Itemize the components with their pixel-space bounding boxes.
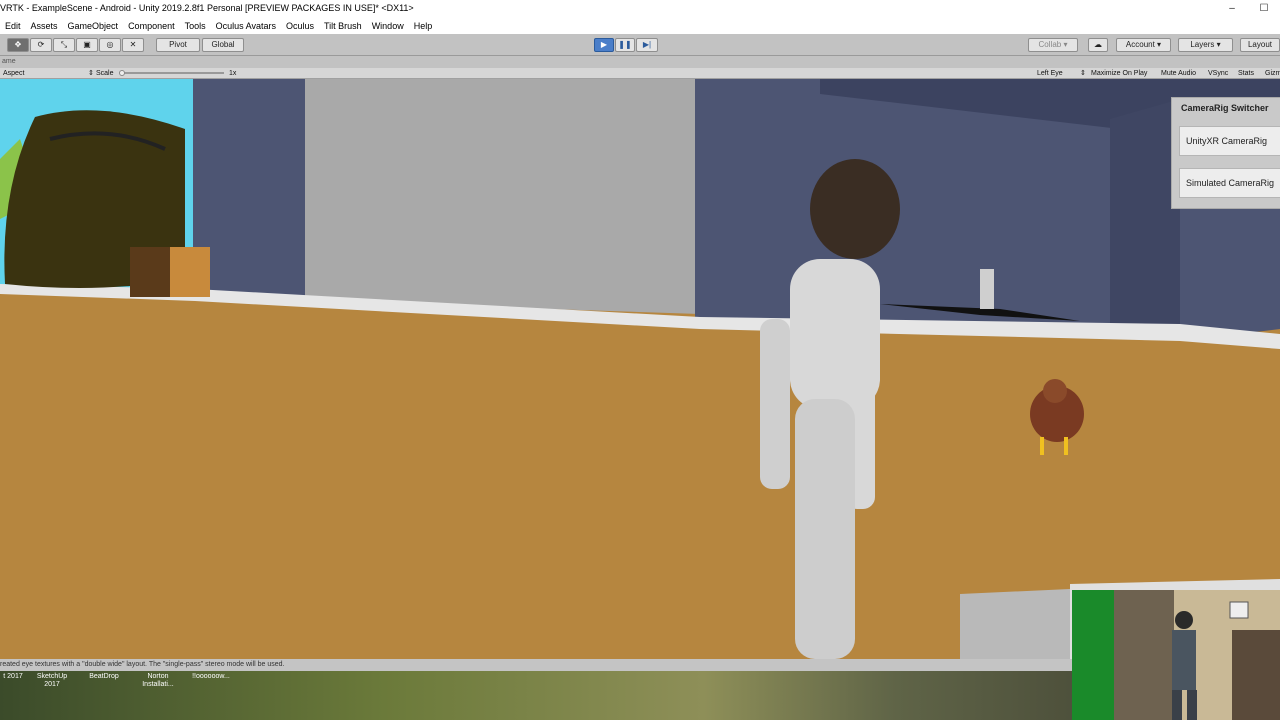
menu-help[interactable]: Help — [409, 21, 438, 31]
window-titlebar: VRTK - ExampleScene - Android - Unity 20… — [0, 0, 1280, 17]
camerarig-switcher-panel: CameraRig Switcher UnityXR CameraRig Sim… — [1171, 97, 1280, 209]
menu-tilt-brush[interactable]: Tilt Brush — [319, 21, 367, 31]
menu-bar: Edit Assets GameObject Component Tools O… — [0, 17, 1280, 34]
minimize-button[interactable]: – — [1216, 0, 1248, 17]
step-button[interactable]: ▶| — [636, 38, 658, 52]
account-dropdown[interactable]: Account ▾ — [1116, 38, 1171, 52]
unityxr-camerarig-button[interactable]: UnityXR CameraRig — [1179, 126, 1280, 156]
layers-dropdown[interactable]: Layers ▾ — [1178, 38, 1233, 52]
desktop-icon-sketchup[interactable]: SketchUp 2017 — [34, 673, 70, 689]
game-view-toolbar: Aspect ⇕ Scale 1x Left Eye ⇕ Maximize On… — [0, 68, 1280, 79]
pivot-label: Pivot — [169, 40, 187, 49]
account-label: Account — [1125, 40, 1155, 49]
pause-button[interactable]: ❚❚ — [615, 38, 635, 52]
scale-tool-icon[interactable]: ⤡ — [53, 38, 75, 52]
webcam-overlay — [1072, 590, 1280, 720]
character-legs — [795, 399, 855, 659]
desktop-icon-folder[interactable]: !!oooooow... — [186, 673, 236, 681]
rotate-tool-icon[interactable]: ⟳ — [30, 38, 52, 52]
pause-icon: ❚❚ — [618, 40, 632, 49]
aspect-chevron-icon: ⇕ — [88, 70, 94, 77]
game-tab-strip: ame — [0, 56, 1280, 68]
eye-dropdown[interactable]: Left Eye — [1037, 68, 1063, 79]
window-controls: – ☐ — [1216, 0, 1280, 17]
wall-left — [193, 79, 310, 304]
maximize-button[interactable]: ☐ — [1248, 0, 1280, 17]
collab-label: Collab — [1038, 40, 1062, 49]
pivot-toggle[interactable]: Pivot — [156, 38, 200, 52]
menu-window[interactable]: Window — [367, 21, 409, 31]
simulated-camerarig-button[interactable]: Simulated CameraRig — [1179, 168, 1280, 198]
global-label: Global — [211, 40, 235, 49]
cloud-icon[interactable]: ☁ — [1088, 38, 1108, 52]
play-icon: ▶ — [600, 40, 608, 49]
step-icon: ▶| — [642, 40, 652, 49]
desktop-icon-beatdrop[interactable]: BeatDrop — [84, 673, 124, 681]
scale-label: Scale — [96, 70, 114, 77]
scale-slider[interactable] — [120, 72, 224, 74]
status-message: reated eye textures with a "double wide"… — [0, 661, 285, 668]
scene-render — [0, 79, 1280, 659]
scale-value: 1x — [229, 70, 237, 77]
play-button[interactable]: ▶ — [594, 38, 614, 52]
menu-component[interactable]: Component — [123, 21, 180, 31]
gizmos-dropdown[interactable]: Gizm — [1265, 68, 1280, 79]
rect-tool-icon[interactable]: ▣ — [76, 38, 98, 52]
stats-toggle[interactable]: Stats — [1238, 68, 1254, 79]
menu-gameobject[interactable]: GameObject — [63, 21, 124, 31]
desktop-icon-norton[interactable]: Norton Installati... — [136, 673, 180, 689]
layout-dropdown[interactable]: Layout — [1240, 38, 1280, 52]
global-toggle[interactable]: Global — [202, 38, 244, 52]
move-tool-icon[interactable]: ✥ — [7, 38, 29, 52]
menu-oculus[interactable]: Oculus — [281, 21, 319, 31]
vsync-toggle[interactable]: VSync — [1208, 68, 1228, 79]
custom-tool-icon[interactable]: ✕ — [122, 38, 144, 52]
webcam-feed — [1072, 590, 1280, 720]
mute-audio-toggle[interactable]: Mute Audio — [1161, 68, 1196, 79]
camerarig-switcher-title: CameraRig Switcher — [1181, 103, 1269, 113]
menu-edit[interactable]: Edit — [0, 21, 26, 31]
window-title: VRTK - ExampleScene - Android - Unity 20… — [0, 3, 414, 13]
collab-dropdown[interactable]: Collab ▾ — [1028, 38, 1078, 52]
menu-tools[interactable]: Tools — [180, 21, 211, 31]
eye-chevron-icon: ⇕ — [1080, 70, 1086, 77]
wall-grey — [305, 79, 700, 314]
layers-label: Layers — [1190, 40, 1215, 49]
character-hair — [810, 159, 900, 259]
layout-label: Layout — [1247, 40, 1273, 49]
menu-assets[interactable]: Assets — [26, 21, 63, 31]
game-tab-label[interactable]: ame — [2, 58, 16, 65]
aspect-dropdown[interactable]: Aspect — [3, 68, 24, 79]
menu-oculus-avatars[interactable]: Oculus Avatars — [211, 21, 281, 31]
transform-tool-icon[interactable]: ◎ — [99, 38, 121, 52]
main-toolbar: ✥ ⟳ ⤡ ▣ ◎ ✕ Pivot Global ▶ ❚❚ ▶| Collab … — [0, 34, 1280, 56]
game-viewport[interactable]: CameraRig Switcher UnityXR CameraRig Sim… — [0, 79, 1280, 659]
desktop-icon-2017[interactable]: t 2017 — [0, 673, 26, 681]
maximize-on-play-toggle[interactable]: Maximize On Play — [1091, 68, 1147, 79]
scale-slider-handle[interactable] — [119, 70, 125, 76]
